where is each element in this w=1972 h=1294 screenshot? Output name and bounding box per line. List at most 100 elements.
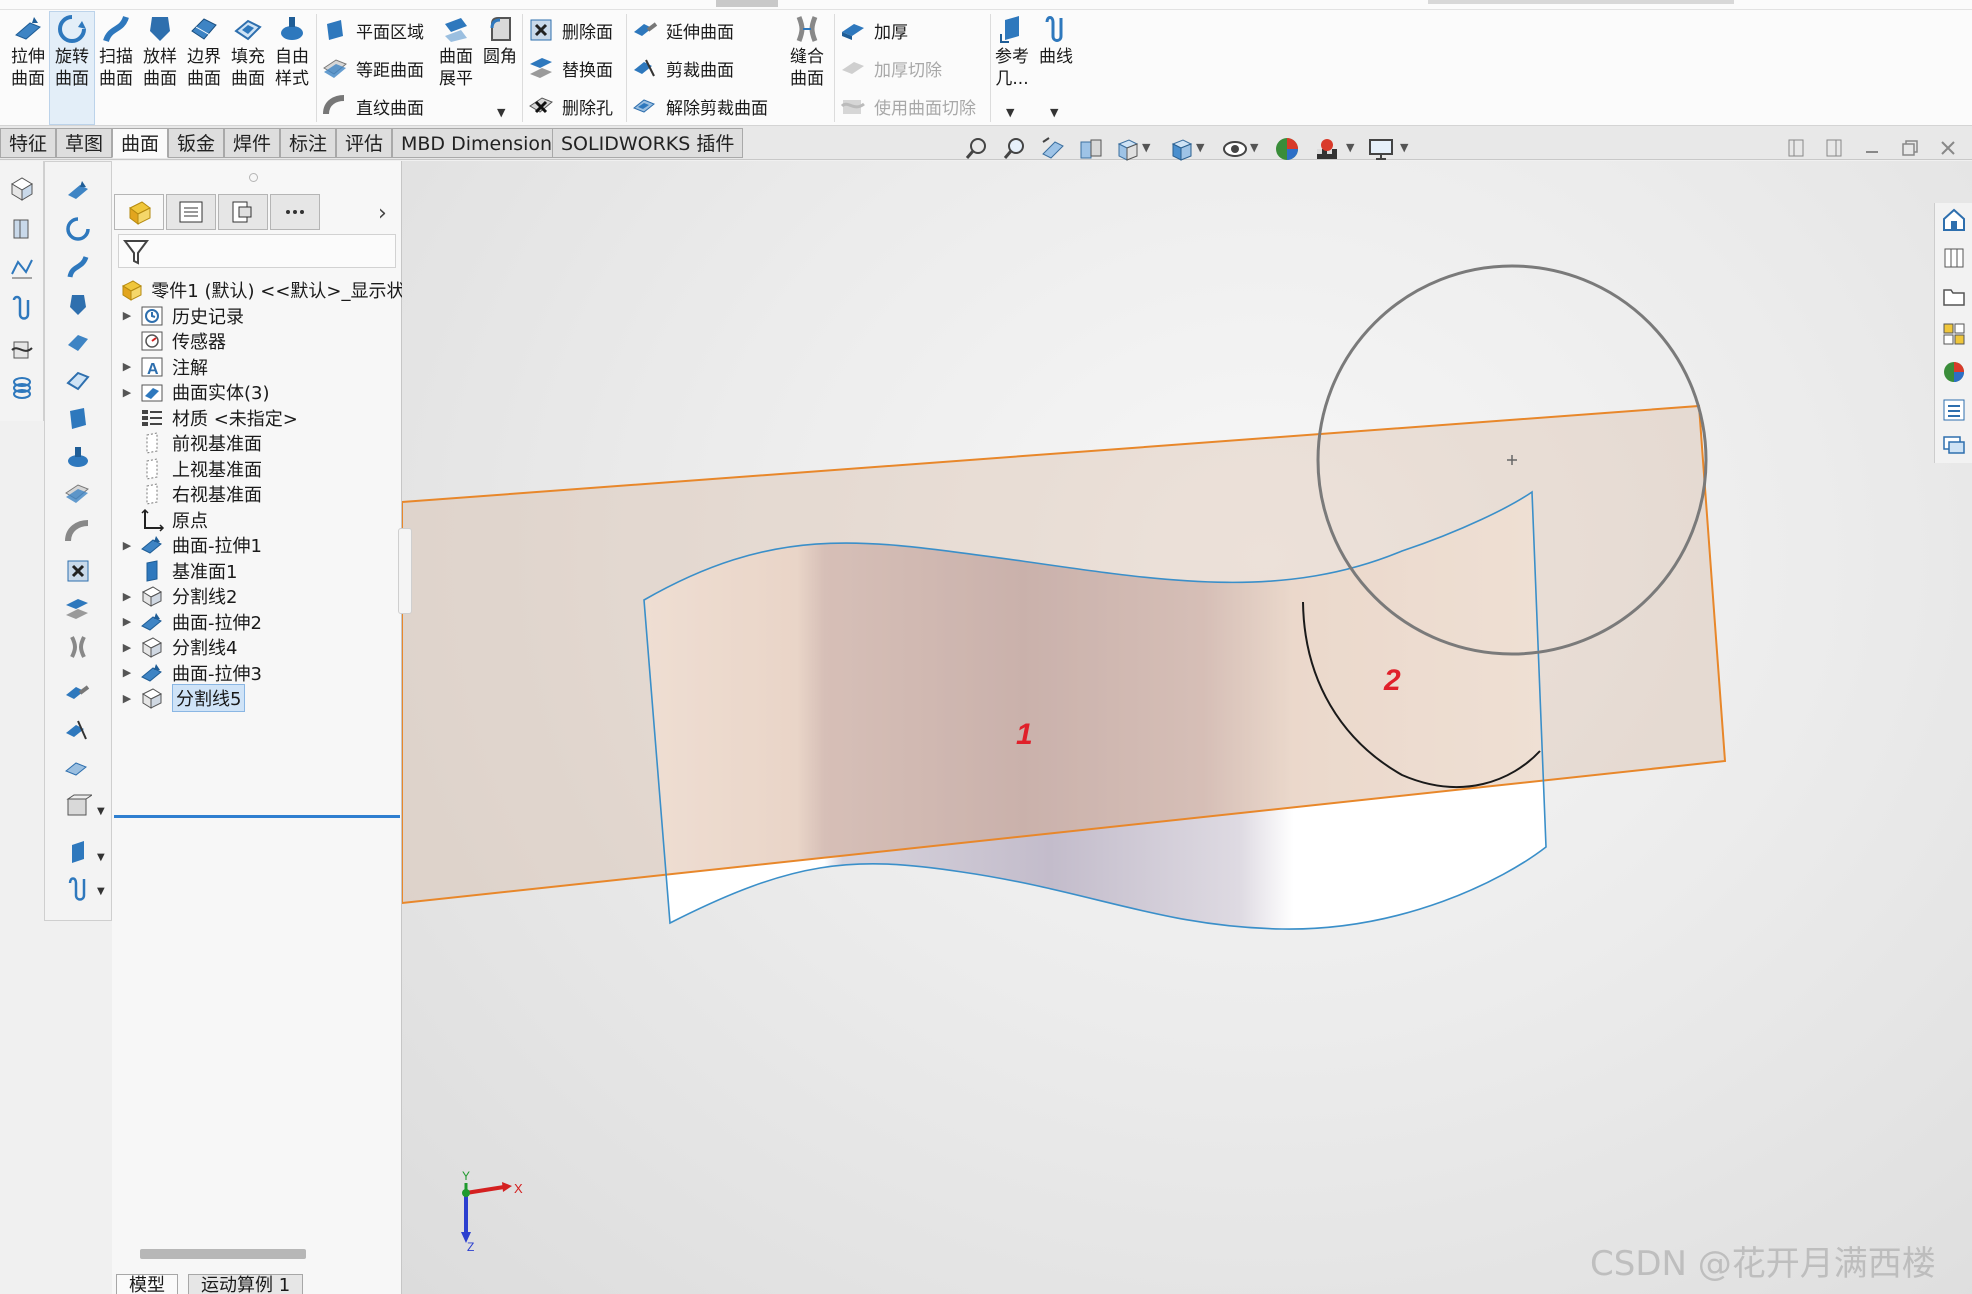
display-style-dropdown-icon[interactable]: ▼ [1196, 141, 1204, 154]
ruled-surface-button[interactable]: 直纹曲面 [320, 90, 424, 122]
tab-configuration-manager[interactable] [218, 194, 268, 230]
swept-surface-button[interactable]: 扫描曲面 [94, 12, 138, 124]
sketch-line-icon[interactable] [5, 251, 39, 285]
previous-view-icon[interactable] [1038, 134, 1068, 164]
freeform-button[interactable]: 自由样式 [270, 12, 314, 124]
helix-curve-icon[interactable] [5, 291, 39, 325]
viewport-tile-icon[interactable] [1782, 134, 1810, 162]
view-settings-dropdown-icon[interactable]: ▼ [1400, 141, 1408, 154]
expand-arrow-icon[interactable]: ▶ [116, 386, 138, 399]
swept-surface-tool-icon[interactable] [61, 250, 95, 284]
panel-expand-chevron-icon[interactable]: › [378, 201, 387, 226]
close-icon[interactable] [1934, 134, 1962, 162]
tab-mbd-dimensions[interactable]: MBD Dimensions [392, 128, 571, 158]
freeform-tool-icon[interactable] [61, 440, 95, 474]
knit-surface-button[interactable]: 缝合曲面 [784, 12, 830, 124]
planar-surface-tool-icon[interactable] [61, 402, 95, 436]
minimize-icon[interactable] [1858, 134, 1886, 162]
viewport-split-icon[interactable] [1820, 134, 1848, 162]
thicken-cut-button[interactable]: 加厚切除 [838, 52, 942, 84]
apply-scene-dropdown-icon[interactable]: ▼ [1346, 141, 1354, 154]
hide-show-dropdown-icon[interactable]: ▼ [1250, 141, 1258, 154]
untrim-surface-button[interactable]: 解除剪裁曲面 [630, 90, 768, 122]
replace-face-button[interactable]: 替换面 [526, 52, 613, 84]
split-line-tool-icon[interactable] [5, 331, 39, 365]
tab-feature-manager[interactable] [114, 194, 164, 230]
section-view-icon[interactable] [1076, 134, 1106, 164]
expand-arrow-icon[interactable]: ▶ [116, 641, 138, 654]
tab-weldments[interactable]: 焊件 [224, 128, 281, 158]
file-explorer-icon[interactable] [1939, 281, 1969, 311]
delete-face-tool-icon[interactable] [61, 554, 95, 588]
expand-arrow-icon[interactable]: ▶ [116, 590, 138, 603]
panel-splitter-handle[interactable] [398, 528, 412, 614]
tab-motion-study-1[interactable]: 运动算例 1 [188, 1274, 304, 1294]
filled-surface-tool-icon[interactable] [61, 364, 95, 398]
curves-dropdown-icon[interactable]: ▼ [1050, 106, 1058, 119]
custom-properties-icon[interactable] [1939, 395, 1969, 425]
panel-grip-icon[interactable] [249, 173, 258, 182]
tab-model[interactable]: 模型 [116, 1274, 178, 1294]
solidworks-resources-icon[interactable] [1939, 205, 1969, 235]
revolved-surface-button[interactable]: 旋转曲面 [49, 11, 95, 125]
tab-annotation[interactable]: 标注 [280, 128, 337, 158]
sketch-3d-icon[interactable] [5, 171, 39, 205]
reference-dropdown-icon[interactable]: ▼ [1006, 106, 1014, 119]
spiral-icon[interactable] [5, 371, 39, 405]
lofted-surface-button[interactable]: 放样曲面 [138, 12, 182, 124]
extend-surface-button[interactable]: 延伸曲面 [630, 14, 734, 46]
lofted-surface-tool-icon[interactable] [61, 288, 95, 322]
extruded-surface-button[interactable]: 拉伸曲面 [6, 12, 50, 124]
curves-tool-icon[interactable] [61, 872, 95, 906]
model-canvas[interactable]: 1 2 X Y Z [402, 161, 1972, 1294]
thicken-tool-icon[interactable] [61, 790, 95, 824]
planar-surface-button[interactable]: 平面区域 [320, 14, 424, 46]
expand-arrow-icon[interactable]: ▶ [116, 692, 138, 705]
knit-surface-tool-icon[interactable] [61, 630, 95, 664]
offset-surface-button[interactable]: 等距曲面 [320, 52, 424, 84]
view-orientation-dropdown-icon[interactable]: ▼ [1142, 141, 1150, 154]
forum-icon[interactable] [1939, 431, 1969, 461]
fillet-dropdown-icon[interactable]: ▼ [497, 106, 505, 119]
tab-sketch[interactable]: 草图 [56, 128, 113, 158]
view-settings-icon[interactable] [1366, 134, 1396, 164]
untrim-surface-tool-icon[interactable] [61, 752, 95, 786]
delete-hole-button[interactable]: 删除孔 [526, 90, 613, 122]
delete-face-button[interactable]: 删除面 [526, 14, 613, 46]
expand-arrow-icon[interactable]: ▶ [116, 666, 138, 679]
filled-surface-button[interactable]: 填充曲面 [226, 12, 270, 124]
boundary-surface-tool-icon[interactable] [61, 326, 95, 360]
view-palette-icon[interactable] [1939, 319, 1969, 349]
cut-with-surface-button[interactable]: 使用曲面切除 [838, 90, 976, 122]
display-style-icon[interactable] [1166, 134, 1196, 164]
tab-surfaces[interactable]: 曲面 [112, 128, 169, 158]
surface-flatten-button[interactable]: 曲面展平 [434, 12, 478, 124]
tab-sheet-metal[interactable]: 钣金 [168, 128, 225, 158]
revolved-surface-tool-icon[interactable] [61, 212, 95, 246]
expand-arrow-icon[interactable]: ▶ [116, 615, 138, 628]
apply-scene-icon[interactable] [1312, 134, 1342, 164]
thicken-dropdown-icon[interactable]: ▼ [97, 806, 105, 817]
expand-arrow-icon[interactable]: ▶ [116, 309, 138, 322]
tab-solidworks-addins[interactable]: SOLIDWORKS 插件 [552, 128, 744, 158]
hide-show-items-icon[interactable] [1220, 134, 1250, 164]
trim-surface-tool-icon[interactable] [61, 714, 95, 748]
extruded-boss-icon[interactable] [5, 211, 39, 245]
replace-face-tool-icon[interactable] [61, 592, 95, 626]
zoom-to-fit-icon[interactable] [962, 134, 992, 164]
appearances-icon[interactable] [1939, 357, 1969, 387]
tab-evaluate[interactable]: 评估 [336, 128, 393, 158]
tab-features[interactable]: 特征 [0, 128, 57, 158]
reference-geometry-dropdown-icon[interactable]: ▼ [97, 852, 105, 863]
offset-surface-tool-icon[interactable] [61, 478, 95, 512]
reference-geometry-tool-icon[interactable] [61, 836, 95, 870]
feature-tree-scrollbar[interactable] [140, 1249, 306, 1259]
ruled-surface-tool-icon[interactable] [61, 516, 95, 550]
trim-surface-button[interactable]: 剪裁曲面 [630, 52, 734, 84]
tab-property-manager[interactable] [166, 194, 216, 230]
view-orientation-icon[interactable] [1112, 134, 1142, 164]
rollback-bar[interactable] [114, 815, 400, 818]
design-library-icon[interactable] [1939, 243, 1969, 273]
zoom-to-area-icon[interactable] [1000, 134, 1030, 164]
expand-arrow-icon[interactable]: ▶ [116, 539, 138, 552]
